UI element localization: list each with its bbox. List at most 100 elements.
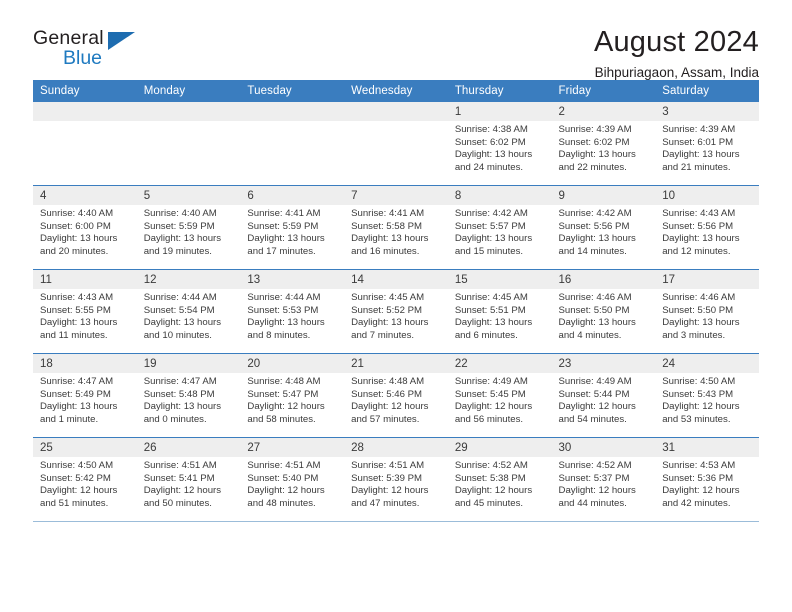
day-details: Sunrise: 4:49 AM Sunset: 5:44 PM Daylight:…	[552, 373, 656, 426]
sunset-time: Sunset: 5:57 PM	[454, 220, 526, 232]
calendar-day-cell[interactable]: 7 Sunrise: 4:41 AM Sunset: 5:58 PM Daylight…	[344, 185, 448, 270]
day-number: 6	[240, 186, 345, 205]
calendar-day-cell[interactable]: 21 Sunrise: 4:48 AM Sunset: 5:46 PM Dayligh…	[344, 353, 448, 438]
logo-text-general: General	[33, 27, 104, 49]
day-details: Sunrise: 4:52 AM Sunset: 5:38 PM Daylight:…	[448, 457, 552, 510]
day-cell-inner: 25 Sunrise: 4:50 AM Sunset: 5:42 PM Dayligh…	[33, 438, 137, 521]
calendar-day-cell[interactable]: 13 Sunrise: 4:44 AM Sunset: 5:53 PM Dayligh…	[240, 269, 345, 354]
sunset-time: Sunset: 5:39 PM	[351, 472, 423, 484]
day-details: Sunrise: 4:47 AM Sunset: 5:48 PM Daylight:…	[137, 373, 241, 426]
sunrise-time: Sunrise: 4:39 AM	[662, 124, 736, 135]
calendar-day-cell[interactable]: 29 Sunrise: 4:52 AM Sunset: 5:38 PM Dayligh…	[447, 437, 552, 522]
daylight-duration-line2: and 1 minute.	[40, 413, 99, 425]
calendar-day-cell[interactable]: 26 Sunrise: 4:51 AM Sunset: 5:41 PM Dayligh…	[136, 437, 241, 522]
sunrise-time: Sunrise: 4:48 AM	[247, 376, 321, 387]
page-header: General Blue August 2024 Bihpuriagaon, A…	[33, 0, 759, 80]
calendar-day-cell[interactable]: 12 Sunrise: 4:44 AM Sunset: 5:54 PM Dayligh…	[136, 269, 241, 354]
day-number: 14	[344, 270, 448, 289]
daylight-duration-line2: and 12 minutes.	[662, 245, 731, 257]
page-title: August 2024	[593, 26, 759, 58]
calendar-day-cell[interactable]: 2 Sunrise: 4:39 AM Sunset: 6:02 PM Daylight…	[551, 102, 656, 186]
day-number: 29	[447, 438, 552, 457]
calendar-day-cell[interactable]: 28 Sunrise: 4:51 AM Sunset: 5:39 PM Dayligh…	[344, 437, 448, 522]
daylight-duration-line2: and 56 minutes.	[454, 413, 524, 425]
day-cell-inner: 22 Sunrise: 4:49 AM Sunset: 5:45 PM Dayligh…	[447, 354, 552, 437]
sunset-time: Sunset: 5:38 PM	[454, 472, 526, 484]
day-cell-inner: 12 Sunrise: 4:44 AM Sunset: 5:54 PM Dayligh…	[136, 270, 241, 353]
calendar-day-cell[interactable]: 9 Sunrise: 4:42 AM Sunset: 5:56 PM Daylight…	[551, 185, 656, 270]
day-details: Sunrise: 4:45 AM Sunset: 5:51 PM Daylight:…	[448, 289, 552, 342]
calendar-day-cell[interactable]: 30 Sunrise: 4:52 AM Sunset: 5:37 PM Dayligh…	[551, 437, 656, 522]
daylight-duration-line1: Daylight: 12 hours	[247, 401, 325, 413]
calendar-week-row: 25 Sunrise: 4:50 AM Sunset: 5:42 PM Dayligh…	[33, 437, 759, 522]
calendar-day-cell[interactable]: 24 Sunrise: 4:50 AM Sunset: 5:43 PM Dayligh…	[655, 353, 759, 438]
day-number: 2	[551, 102, 656, 121]
sunrise-time: Sunrise: 4:49 AM	[454, 376, 528, 387]
calendar-day-cell[interactable]: 16 Sunrise: 4:46 AM Sunset: 5:50 PM Dayligh…	[551, 269, 656, 354]
calendar-day-cell[interactable]: 1 Sunrise: 4:38 AM Sunset: 6:02 PM Daylight…	[447, 102, 552, 186]
day-details: Sunrise: 4:53 AM Sunset: 5:36 PM Daylight:…	[655, 457, 759, 510]
day-cell-inner: 20 Sunrise: 4:48 AM Sunset: 5:47 PM Dayligh…	[240, 354, 345, 437]
sunrise-time: Sunrise: 4:45 AM	[351, 292, 425, 303]
calendar-day-cell[interactable]: 27 Sunrise: 4:51 AM Sunset: 5:40 PM Dayligh…	[240, 437, 345, 522]
title-block: August 2024 Bihpuriagaon, Assam, India	[594, 26, 759, 83]
day-cell-inner: 19 Sunrise: 4:47 AM Sunset: 5:48 PM Dayligh…	[136, 354, 241, 437]
daylight-duration-line1: Daylight: 13 hours	[247, 317, 325, 329]
calendar-day-cell[interactable]: 3 Sunrise: 4:39 AM Sunset: 6:01 PM Daylight…	[655, 102, 759, 186]
calendar-day-cell[interactable]: 18 Sunrise: 4:47 AM Sunset: 5:49 PM Dayligh…	[33, 353, 137, 438]
sunset-time: Sunset: 6:02 PM	[558, 136, 630, 148]
calendar-day-cell[interactable]: 15 Sunrise: 4:45 AM Sunset: 5:51 PM Dayligh…	[447, 269, 552, 354]
day-details: Sunrise: 4:48 AM Sunset: 5:47 PM Daylight:…	[240, 373, 344, 426]
daylight-duration-line2: and 44 minutes.	[558, 497, 627, 509]
calendar-day-cell[interactable]: 31 Sunrise: 4:53 AM Sunset: 5:36 PM Dayligh…	[655, 437, 759, 522]
day-number	[136, 102, 241, 121]
sunset-time: Sunset: 5:54 PM	[143, 304, 215, 316]
calendar-day-cell[interactable]: 5 Sunrise: 4:40 AM Sunset: 5:59 PM Daylight…	[136, 185, 241, 270]
sunset-time: Sunset: 5:55 PM	[40, 304, 111, 316]
calendar-day-cell[interactable]: 4 Sunrise: 4:40 AM Sunset: 6:00 PM Daylight…	[33, 185, 137, 270]
daylight-duration-line2: and 51 minutes.	[40, 497, 109, 509]
sunset-time: Sunset: 5:44 PM	[558, 388, 630, 400]
calendar-day-cell[interactable]: 25 Sunrise: 4:50 AM Sunset: 5:42 PM Dayligh…	[33, 437, 137, 522]
day-details: Sunrise: 4:50 AM Sunset: 5:42 PM Daylight:…	[33, 457, 137, 510]
daylight-duration-line1: Daylight: 13 hours	[40, 317, 118, 329]
calendar-day-cell[interactable]: 8 Sunrise: 4:42 AM Sunset: 5:57 PM Daylight…	[447, 185, 552, 270]
day-cell-inner: 8 Sunrise: 4:42 AM Sunset: 5:57 PM Daylight…	[447, 186, 552, 269]
sunset-time: Sunset: 5:49 PM	[40, 388, 111, 400]
sunrise-time: Sunrise: 4:40 AM	[40, 208, 114, 219]
weekday-header-saturday: Saturday	[655, 80, 759, 102]
calendar-day-cell[interactable]: 20 Sunrise: 4:48 AM Sunset: 5:47 PM Dayligh…	[240, 353, 345, 438]
sunrise-time: Sunrise: 4:49 AM	[558, 376, 632, 387]
calendar-day-cell[interactable]: 23 Sunrise: 4:49 AM Sunset: 5:44 PM Dayligh…	[551, 353, 656, 438]
sunrise-time: Sunrise: 4:52 AM	[454, 460, 528, 471]
calendar-day-cell[interactable]: 11 Sunrise: 4:43 AM Sunset: 5:55 PM Dayligh…	[33, 269, 137, 354]
weekday-header-monday: Monday	[136, 80, 241, 102]
sunset-time: Sunset: 5:50 PM	[558, 304, 630, 316]
sunset-time: Sunset: 5:59 PM	[143, 220, 215, 232]
calendar-day-cell[interactable]: 17 Sunrise: 4:46 AM Sunset: 5:50 PM Dayligh…	[655, 269, 759, 354]
day-cell-inner: 31 Sunrise: 4:53 AM Sunset: 5:36 PM Dayligh…	[655, 438, 759, 521]
day-cell-inner: 3 Sunrise: 4:39 AM Sunset: 6:01 PM Daylight…	[655, 102, 759, 185]
general-blue-logo[interactable]: General Blue	[33, 26, 163, 68]
day-details: Sunrise: 4:38 AM Sunset: 6:02 PM Daylight:…	[448, 121, 552, 174]
calendar-day-cell[interactable]: 6 Sunrise: 4:41 AM Sunset: 5:59 PM Daylight…	[240, 185, 345, 270]
sunset-time: Sunset: 5:51 PM	[454, 304, 526, 316]
calendar-day-cell[interactable]: 22 Sunrise: 4:49 AM Sunset: 5:45 PM Dayligh…	[447, 353, 552, 438]
sunset-time: Sunset: 5:52 PM	[351, 304, 423, 316]
day-details: Sunrise: 4:40 AM Sunset: 5:59 PM Daylight:…	[137, 205, 241, 258]
daylight-duration-line1: Daylight: 12 hours	[351, 485, 429, 497]
page-subtitle: Bihpuriagaon, Assam, India	[594, 65, 759, 80]
day-cell-inner: 26 Sunrise: 4:51 AM Sunset: 5:41 PM Dayligh…	[136, 438, 241, 521]
daylight-duration-line1: Daylight: 13 hours	[454, 149, 533, 161]
sunrise-time: Sunrise: 4:50 AM	[662, 376, 736, 387]
day-cell-inner: 6 Sunrise: 4:41 AM Sunset: 5:59 PM Daylight…	[240, 186, 345, 269]
daylight-duration-line1: Daylight: 13 hours	[143, 401, 222, 413]
sunset-time: Sunset: 5:41 PM	[143, 472, 215, 484]
calendar-body: 1 Sunrise: 4:38 AM Sunset: 6:02 PM Daylight…	[33, 102, 759, 522]
calendar-day-cell[interactable]: 19 Sunrise: 4:47 AM Sunset: 5:48 PM Dayligh…	[136, 353, 241, 438]
calendar-day-cell[interactable]: 10 Sunrise: 4:43 AM Sunset: 5:56 PM Dayligh…	[655, 185, 759, 270]
calendar-cell-empty	[344, 102, 448, 186]
calendar-day-cell[interactable]: 14 Sunrise: 4:45 AM Sunset: 5:52 PM Dayligh…	[344, 269, 448, 354]
sunrise-time: Sunrise: 4:40 AM	[143, 208, 217, 219]
logo-text-blue: Blue	[63, 47, 103, 69]
